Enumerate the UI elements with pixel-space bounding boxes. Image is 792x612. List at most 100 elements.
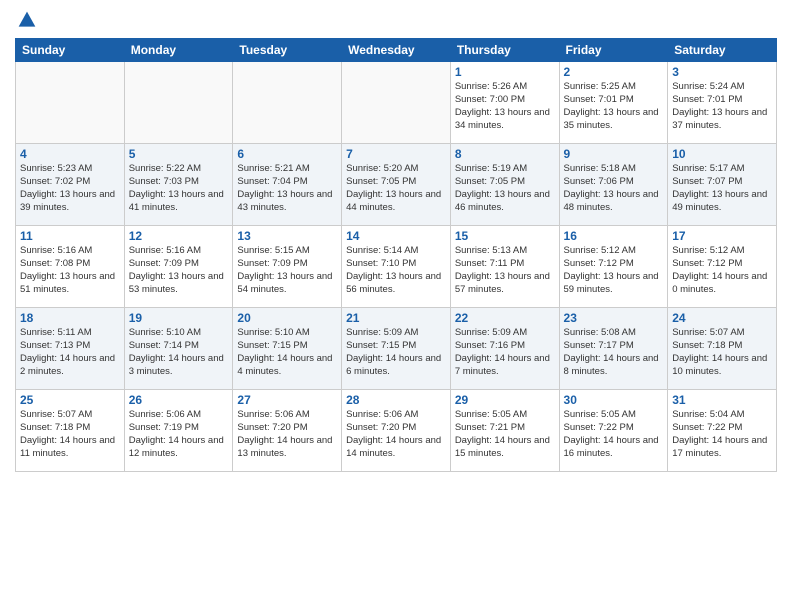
day-cell: 12 Sunrise: 5:16 AM Sunset: 7:09 PM Dayli… [124,226,233,308]
day-cell: 16 Sunrise: 5:12 AM Sunset: 7:12 PM Dayli… [559,226,668,308]
day-number: 12 [129,229,229,243]
day-info: Sunrise: 5:17 AM Sunset: 7:07 PM Dayligh… [672,163,772,214]
header-wednesday: Wednesday [342,39,451,62]
day-cell: 18Sunrise: 5:11 AM Sunset: 7:13 PM Dayli… [16,308,125,390]
week-row-0: 1 Sunrise: 5:26 AM Sunset: 7:00 PM Daylig… [16,62,777,144]
header-monday: Monday [124,39,233,62]
day-info: Sunrise: 5:06 AM Sunset: 7:19 PM Dayligh… [129,409,229,460]
day-info: Sunrise: 5:18 AM Sunset: 7:06 PM Dayligh… [564,163,664,214]
day-info: Sunrise: 5:10 AM Sunset: 7:14 PM Dayligh… [129,327,229,378]
day-number: 14 [346,229,446,243]
day-info: Sunrise: 5:05 AM Sunset: 7:21 PM Dayligh… [455,409,555,460]
day-info: Sunrise: 5:16 AM Sunset: 7:08 PM Dayligh… [20,245,120,296]
day-number: 20 [237,311,337,325]
calendar-header: SundayMondayTuesdayWednesdayThursdayFrid… [16,39,777,62]
day-info: Sunrise: 5:21 AM Sunset: 7:04 PM Dayligh… [237,163,337,214]
page: SundayMondayTuesdayWednesdayThursdayFrid… [0,0,792,612]
day-number: 6 [237,147,337,161]
day-number: 25 [20,393,120,407]
day-cell [124,62,233,144]
day-number: 16 [564,229,664,243]
day-cell: 6 Sunrise: 5:21 AM Sunset: 7:04 PM Daylig… [233,144,342,226]
header-sunday: Sunday [16,39,125,62]
day-number: 11 [20,229,120,243]
day-number: 2 [564,65,664,79]
day-cell [342,62,451,144]
day-cell: 5 Sunrise: 5:22 AM Sunset: 7:03 PM Daylig… [124,144,233,226]
day-info: Sunrise: 5:14 AM Sunset: 7:10 PM Dayligh… [346,245,446,296]
day-cell: 11 Sunrise: 5:16 AM Sunset: 7:08 PM Dayli… [16,226,125,308]
day-number: 28 [346,393,446,407]
day-number: 8 [455,147,555,161]
day-number: 7 [346,147,446,161]
day-number: 15 [455,229,555,243]
day-number: 5 [129,147,229,161]
header-thursday: Thursday [450,39,559,62]
day-cell: 8 Sunrise: 5:19 AM Sunset: 7:05 PM Daylig… [450,144,559,226]
day-cell: 2 Sunrise: 5:25 AM Sunset: 7:01 PM Daylig… [559,62,668,144]
day-cell: 17Sunrise: 5:12 AM Sunset: 7:12 PM Dayli… [668,226,777,308]
day-number: 1 [455,65,555,79]
day-info: Sunrise: 5:05 AM Sunset: 7:22 PM Dayligh… [564,409,664,460]
day-info: Sunrise: 5:10 AM Sunset: 7:15 PM Dayligh… [237,327,337,378]
day-info: Sunrise: 5:12 AM Sunset: 7:12 PM Dayligh… [672,245,772,296]
calendar-body: 1 Sunrise: 5:26 AM Sunset: 7:00 PM Daylig… [16,62,777,472]
day-info: Sunrise: 5:08 AM Sunset: 7:17 PM Dayligh… [564,327,664,378]
day-info: Sunrise: 5:16 AM Sunset: 7:09 PM Dayligh… [129,245,229,296]
day-number: 18 [20,311,120,325]
day-cell: 25 Sunrise: 5:07 AM Sunset: 7:18 PM Dayli… [16,390,125,472]
day-number: 29 [455,393,555,407]
day-info: Sunrise: 5:22 AM Sunset: 7:03 PM Dayligh… [129,163,229,214]
day-info: Sunrise: 5:26 AM Sunset: 7:00 PM Dayligh… [455,81,555,132]
day-info: Sunrise: 5:15 AM Sunset: 7:09 PM Dayligh… [237,245,337,296]
day-cell: 21Sunrise: 5:09 AM Sunset: 7:15 PM Dayli… [342,308,451,390]
day-cell: 4Sunrise: 5:23 AM Sunset: 7:02 PM Daylig… [16,144,125,226]
day-cell: 1 Sunrise: 5:26 AM Sunset: 7:00 PM Daylig… [450,62,559,144]
day-info: Sunrise: 5:19 AM Sunset: 7:05 PM Dayligh… [455,163,555,214]
week-row-2: 11 Sunrise: 5:16 AM Sunset: 7:08 PM Dayli… [16,226,777,308]
day-info: Sunrise: 5:23 AM Sunset: 7:02 PM Dayligh… [20,163,120,214]
day-cell: 29 Sunrise: 5:05 AM Sunset: 7:21 PM Dayli… [450,390,559,472]
calendar-table: SundayMondayTuesdayWednesdayThursdayFrid… [15,38,777,472]
day-info: Sunrise: 5:06 AM Sunset: 7:20 PM Dayligh… [346,409,446,460]
day-cell: 13 Sunrise: 5:15 AM Sunset: 7:09 PM Dayli… [233,226,342,308]
day-cell [16,62,125,144]
day-info: Sunrise: 5:07 AM Sunset: 7:18 PM Dayligh… [20,409,120,460]
day-number: 27 [237,393,337,407]
day-cell: 20 Sunrise: 5:10 AM Sunset: 7:15 PM Dayli… [233,308,342,390]
day-cell [233,62,342,144]
day-number: 21 [346,311,446,325]
day-cell: 14 Sunrise: 5:14 AM Sunset: 7:10 PM Dayli… [342,226,451,308]
day-cell: 9 Sunrise: 5:18 AM Sunset: 7:06 PM Daylig… [559,144,668,226]
day-cell: 27Sunrise: 5:06 AM Sunset: 7:20 PM Dayli… [233,390,342,472]
day-cell: 30 Sunrise: 5:05 AM Sunset: 7:22 PM Dayli… [559,390,668,472]
day-info: Sunrise: 5:24 AM Sunset: 7:01 PM Dayligh… [672,81,772,132]
day-cell: 26 Sunrise: 5:06 AM Sunset: 7:19 PM Dayli… [124,390,233,472]
logo [15,10,37,30]
day-cell: 22Sunrise: 5:09 AM Sunset: 7:16 PM Dayli… [450,308,559,390]
header [15,10,777,30]
day-number: 24 [672,311,772,325]
day-number: 26 [129,393,229,407]
day-number: 31 [672,393,772,407]
day-info: Sunrise: 5:13 AM Sunset: 7:11 PM Dayligh… [455,245,555,296]
day-number: 3 [672,65,772,79]
day-info: Sunrise: 5:07 AM Sunset: 7:18 PM Dayligh… [672,327,772,378]
day-number: 30 [564,393,664,407]
day-cell: 7Sunrise: 5:20 AM Sunset: 7:05 PM Daylig… [342,144,451,226]
header-saturday: Saturday [668,39,777,62]
day-info: Sunrise: 5:04 AM Sunset: 7:22 PM Dayligh… [672,409,772,460]
day-number: 22 [455,311,555,325]
week-row-4: 25 Sunrise: 5:07 AM Sunset: 7:18 PM Dayli… [16,390,777,472]
header-friday: Friday [559,39,668,62]
day-info: Sunrise: 5:25 AM Sunset: 7:01 PM Dayligh… [564,81,664,132]
day-number: 9 [564,147,664,161]
day-number: 13 [237,229,337,243]
day-cell: 3 Sunrise: 5:24 AM Sunset: 7:01 PM Daylig… [668,62,777,144]
day-cell: 31 Sunrise: 5:04 AM Sunset: 7:22 PM Dayli… [668,390,777,472]
day-cell: 19Sunrise: 5:10 AM Sunset: 7:14 PM Dayli… [124,308,233,390]
day-cell: 28 Sunrise: 5:06 AM Sunset: 7:20 PM Dayli… [342,390,451,472]
header-row: SundayMondayTuesdayWednesdayThursdayFrid… [16,39,777,62]
day-number: 10 [672,147,772,161]
day-info: Sunrise: 5:12 AM Sunset: 7:12 PM Dayligh… [564,245,664,296]
